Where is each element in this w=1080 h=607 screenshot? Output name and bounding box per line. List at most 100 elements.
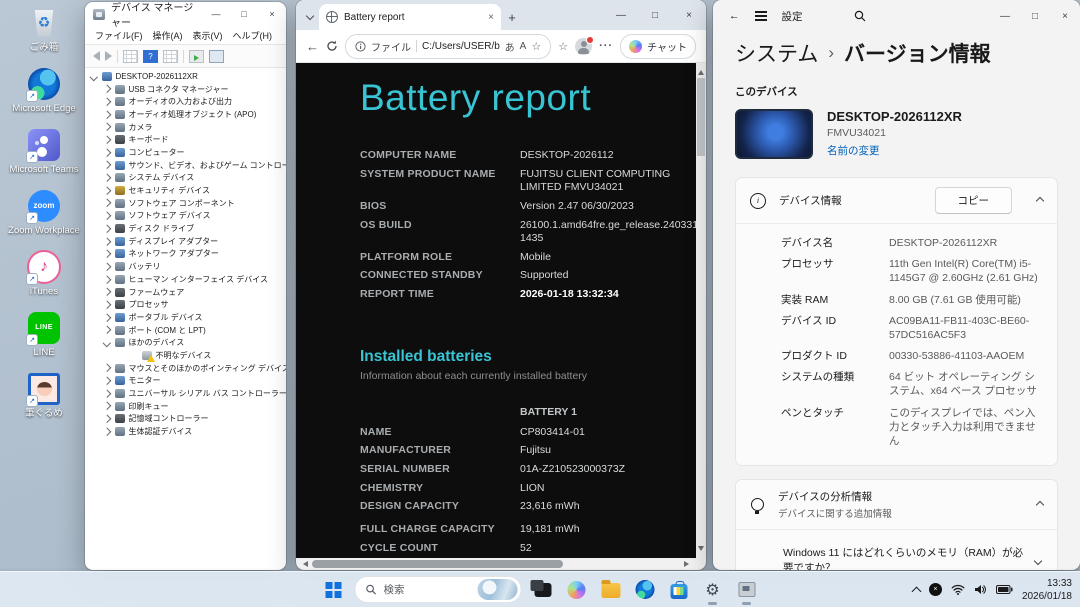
expand-chevron-icon[interactable] (103, 263, 111, 271)
expand-chevron-icon[interactable] (103, 199, 111, 207)
expand-chevron-icon[interactable] (103, 237, 111, 245)
desktop-icon[interactable]: 筆ぐるめ (6, 370, 82, 422)
profile-avatar[interactable] (575, 38, 592, 55)
task-view-icon[interactable] (530, 577, 556, 603)
expand-chevron-icon[interactable] (103, 149, 111, 157)
address-url[interactable]: C:/Users/USER/bat... (422, 41, 500, 52)
desktop-icon[interactable]: Microsoft Edge (6, 65, 82, 117)
tree-item[interactable]: ほかのデバイス (85, 336, 286, 349)
expand-chevron-icon[interactable] (103, 98, 111, 106)
collapse-chevron-icon[interactable] (1036, 196, 1044, 204)
tree-item[interactable]: プロセッサ (85, 298, 286, 311)
close-button[interactable]: × (1050, 0, 1080, 32)
tree-item[interactable]: オーディオの入力および出力 (85, 95, 286, 108)
minimize-button[interactable]: — (202, 2, 230, 26)
tree-item[interactable]: DESKTOP-2026112XR (85, 70, 286, 83)
update-driver-icon[interactable] (209, 50, 224, 63)
maximize-button[interactable]: □ (1020, 0, 1050, 32)
back-icon[interactable] (93, 51, 100, 61)
maximize-button[interactable]: □ (230, 2, 258, 26)
tray-chevron-icon[interactable] (911, 586, 921, 596)
search-icon[interactable] (854, 10, 866, 22)
file-explorer-icon[interactable] (598, 577, 624, 603)
expand-chevron-icon[interactable] (103, 377, 111, 385)
tree-item[interactable]: ポート (COM と LPT) (85, 324, 286, 337)
properties-icon[interactable] (163, 50, 178, 63)
scan-hardware-icon[interactable] (189, 50, 204, 63)
scrollbar-thumb[interactable] (312, 560, 563, 568)
expand-chevron-icon[interactable] (103, 85, 111, 93)
taskbar-search-box[interactable]: 検索 (355, 576, 522, 603)
expand-chevron-icon[interactable] (103, 250, 111, 258)
device-manager-icon[interactable] (734, 577, 760, 603)
page-info-icon[interactable] (355, 41, 366, 52)
more-menu-icon[interactable]: ··· (599, 40, 613, 52)
expand-chevron-icon[interactable] (103, 161, 111, 169)
close-button[interactable]: × (258, 2, 286, 26)
tree-item[interactable]: キーボード (85, 133, 286, 146)
expand-chevron-icon[interactable] (103, 339, 111, 347)
expand-chevron-icon[interactable] (103, 174, 111, 182)
tree-item[interactable]: オーディオ処理オブジェクト (APO) (85, 108, 286, 121)
copy-button[interactable]: コピー (935, 187, 1013, 214)
volume-icon[interactable] (974, 584, 987, 595)
minimize-button[interactable]: — (604, 0, 638, 30)
expand-chevron-icon[interactable] (103, 326, 111, 334)
tree-item[interactable]: セキュリティ デバイス (85, 184, 286, 197)
read-aloud-icon[interactable]: A (520, 41, 527, 52)
scroll-right-icon[interactable] (684, 561, 692, 567)
favorites-bar-icon[interactable]: ☆ (558, 40, 568, 53)
settings-gear-icon[interactable]: ⚙ (700, 577, 726, 603)
vertical-scrollbar[interactable] (696, 63, 706, 558)
expand-chevron-icon[interactable] (103, 390, 111, 398)
tree-item[interactable]: ディスプレイ アダプター (85, 235, 286, 248)
tray-app-icon[interactable]: × (929, 583, 942, 596)
device-info-header[interactable]: i デバイス情報 コピー (736, 178, 1057, 223)
expand-chevron-icon[interactable] (103, 314, 111, 322)
maximize-button[interactable]: □ (638, 0, 672, 30)
expand-chevron-icon[interactable] (90, 72, 98, 80)
search-highlight-image[interactable] (478, 579, 518, 600)
address-bar[interactable]: ファイル C:/Users/USER/bat... あ A ☆ (345, 34, 551, 59)
back-icon[interactable]: ← (729, 10, 740, 22)
back-icon[interactable]: ← (306, 39, 319, 54)
tree-item[interactable]: コンピューター (85, 146, 286, 159)
desktop-icon[interactable]: ごみ箱 (6, 4, 82, 56)
favorite-star-icon[interactable]: ☆ (531, 40, 541, 53)
rename-device-link[interactable]: 名前の変更 (827, 143, 962, 158)
desktop-icon[interactable]: Zoom Workplace (6, 187, 82, 239)
expand-chevron-icon[interactable] (103, 301, 111, 309)
tab-close-icon[interactable]: × (488, 12, 494, 23)
expand-chevron-icon[interactable] (103, 415, 111, 423)
expand-chevron-icon[interactable] (103, 187, 111, 195)
expand-chevron-icon[interactable] (103, 136, 111, 144)
scroll-left-icon[interactable] (300, 561, 308, 567)
expand-chevron-icon[interactable] (1034, 557, 1042, 565)
tree-item[interactable]: カメラ (85, 121, 286, 134)
expand-chevron-icon[interactable] (103, 402, 111, 410)
edge-icon[interactable] (632, 577, 658, 603)
start-button[interactable] (321, 577, 347, 603)
tree-item[interactable]: 印刷キュー (85, 400, 286, 413)
forward-icon[interactable] (105, 51, 112, 61)
tree-item[interactable]: ディスク ドライブ (85, 222, 286, 235)
taskbar-clock[interactable]: 13:33 2026/01/18 (1022, 577, 1072, 603)
tree-item[interactable]: マウスとそのほかのポインティング デバイス (85, 362, 286, 375)
breadcrumb-system[interactable]: システム (735, 38, 818, 68)
copilot-chat-button[interactable]: チャット (620, 34, 696, 59)
help-icon[interactable]: ? (143, 50, 158, 63)
menu-item[interactable]: ヘルプ(H) (229, 29, 277, 42)
tab-search-button[interactable] (301, 4, 319, 30)
new-tab-button[interactable]: + (501, 4, 523, 30)
tree-item[interactable]: システム デバイス (85, 172, 286, 185)
tree-item[interactable]: 記憶域コントローラー (85, 413, 286, 426)
tree-item[interactable]: ポータブル デバイス (85, 311, 286, 324)
tree-item[interactable]: USB コネクタ マネージャー (85, 83, 286, 96)
wifi-icon[interactable] (951, 584, 965, 595)
menu-item[interactable]: 操作(A) (149, 29, 187, 42)
minimize-button[interactable]: — (990, 0, 1020, 32)
battery-icon[interactable] (996, 585, 1013, 594)
tree-item[interactable]: 生体認証デバイス (85, 425, 286, 438)
expand-chevron-icon[interactable] (103, 428, 111, 436)
expand-chevron-icon[interactable] (103, 212, 111, 220)
